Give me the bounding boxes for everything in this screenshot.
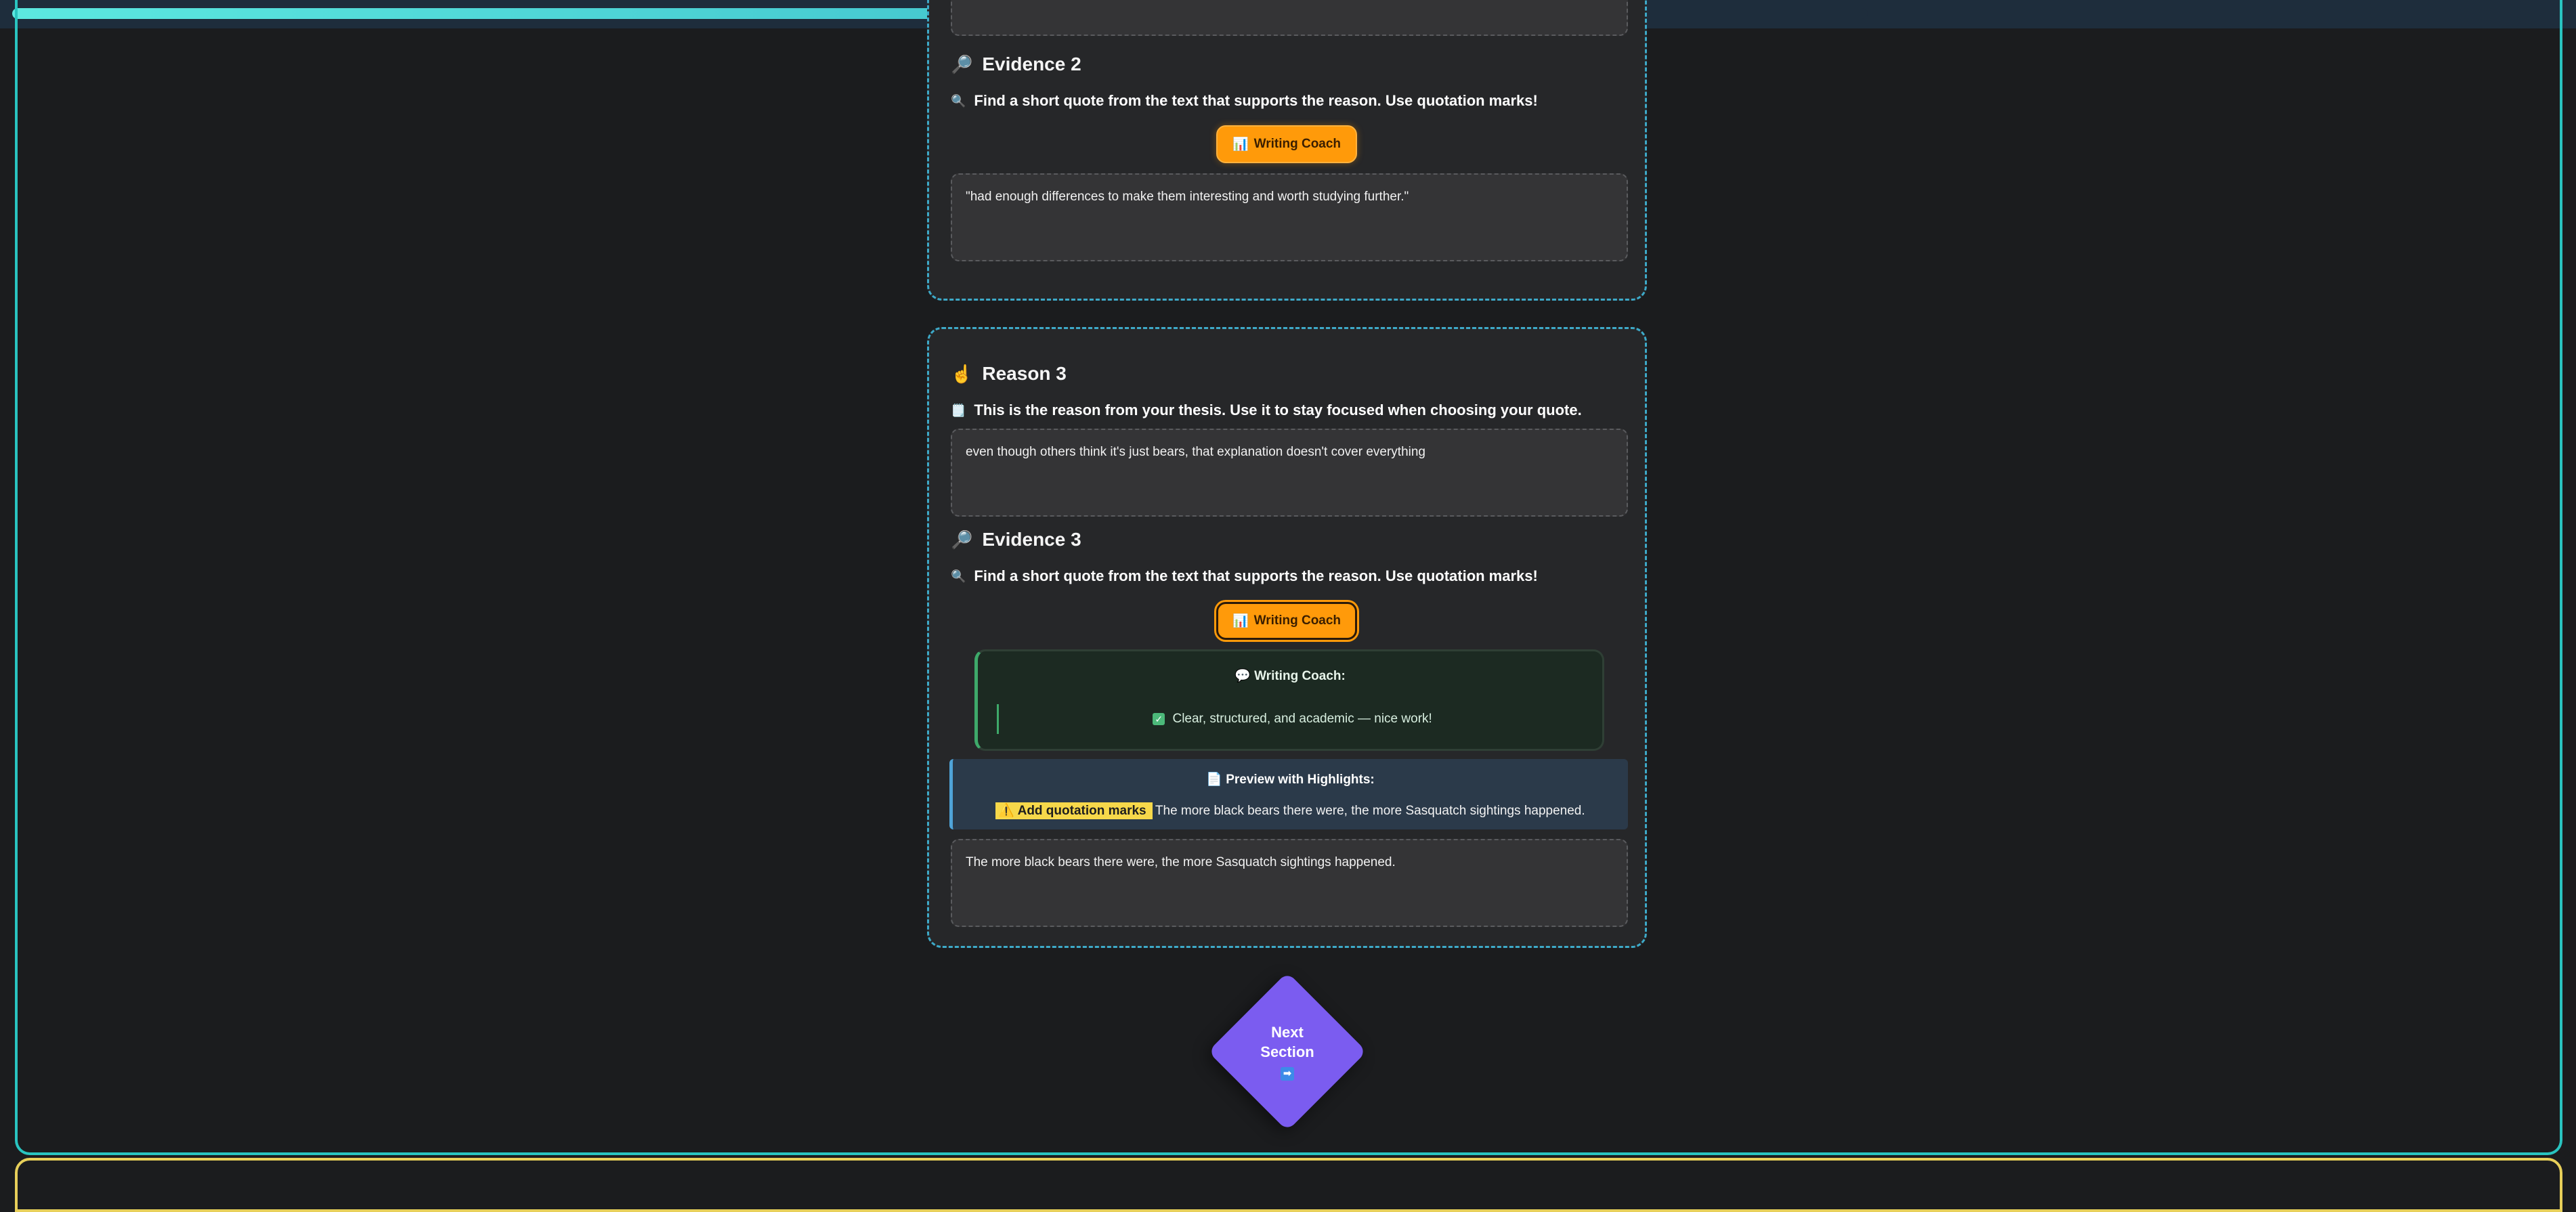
preview-title: 📄 Preview with Highlights: [953, 771, 1628, 787]
reason-3-instruction: 🗒️ This is the reason from your thesis. … [951, 402, 1582, 419]
coach-feedback-text: Clear, structured, and academic — nice w… [1172, 712, 1432, 726]
search-icon: 🔍 [951, 569, 966, 583]
evidence-3-instruction: 🔍 Find a short quote from the text that … [951, 567, 1538, 585]
document-icon: 📄 [1206, 773, 1222, 787]
evidence-2-instruction: 🔍 Find a short quote from the text that … [951, 92, 1538, 110]
reason-3-card: ☝️ Reason 3 🗒️ This is the reason from y… [927, 327, 1647, 948]
next-section-button[interactable]: Next Section ➡ [1207, 972, 1367, 1131]
warning-icon: ⚠️ [998, 804, 1015, 818]
chart-icon: 📊 [1232, 614, 1249, 628]
evidence-3-heading: 🔎 Evidence 3 [951, 529, 1081, 550]
evidence-2-heading: 🔎 Evidence 2 [951, 53, 1081, 75]
writing-coach-label: Writing Coach [1253, 137, 1341, 151]
evidence-2-input[interactable]: "had enough differences to make them int… [951, 173, 1628, 261]
next-label-line2: Section [1260, 1043, 1314, 1060]
coach-panel-title-text: Writing Coach: [1254, 669, 1346, 683]
next-label-line1: Next [1271, 1023, 1304, 1041]
reason-3-text: even though others think it's just bears… [966, 445, 1425, 459]
next-section-label: Next Section ➡ [1250, 1022, 1325, 1081]
coach-feedback: ✓ Clear, structured, and academic — nice… [997, 704, 1586, 734]
evidence-3-title: Evidence 3 [982, 529, 1081, 550]
chart-icon: 📊 [1232, 137, 1249, 152]
quotation-warning-text: Add quotation marks [1017, 804, 1146, 818]
writing-coach-button-3[interactable]: 📊 Writing Coach [1216, 602, 1357, 640]
pointing-finger-icon: ☝️ [951, 363, 973, 384]
quotation-warning-badge: ⚠️ Add quotation marks [995, 802, 1153, 819]
reason-2-card: 🔎 Evidence 2 🔍 Find a short quote from t… [927, 0, 1647, 301]
evidence-2-quote: "had enough differences to make them int… [966, 190, 1409, 204]
notepad-icon: 🗒️ [951, 403, 966, 417]
preview-body: ⚠️ Add quotation marks The more black be… [953, 802, 1628, 819]
reason-3-instruction-text: This is the reason from your thesis. Use… [974, 402, 1582, 418]
writing-coach-button-2[interactable]: 📊 Writing Coach [1216, 125, 1357, 163]
arrow-right-icon: ➡ [1281, 1066, 1294, 1081]
preview-title-text: Preview with Highlights: [1226, 773, 1375, 787]
magnifier-icon: 🔎 [951, 53, 973, 74]
evidence-2-title: Evidence 2 [982, 53, 1081, 74]
evidence-3-input[interactable]: The more black bears there were, the mor… [951, 839, 1628, 927]
writing-coach-label: Writing Coach [1253, 613, 1341, 628]
evidence-2-instruction-text: Find a short quote from the text that su… [974, 92, 1538, 109]
preview-panel: 📄 Preview with Highlights: ⚠️ Add quotat… [949, 759, 1628, 829]
next-section-frame [15, 1158, 2562, 1212]
writing-coach-panel: 💬 Writing Coach: ✓ Clear, structured, an… [974, 649, 1604, 751]
reason-2-field-bottom[interactable] [951, 0, 1628, 36]
reason-3-title: Reason 3 [982, 363, 1067, 384]
search-icon: 🔍 [951, 93, 966, 108]
evidence-3-quote: The more black bears there were, the mor… [966, 855, 1396, 869]
reason-3-input[interactable]: even though others think it's just bears… [951, 429, 1628, 517]
evidence-3-instruction-text: Find a short quote from the text that su… [974, 567, 1538, 584]
magnifier-icon: 🔎 [951, 529, 973, 550]
checkmark-icon: ✓ [1153, 712, 1165, 725]
preview-text: The more black bears there were, the mor… [1155, 804, 1585, 818]
speech-bubble-icon: 💬 [1235, 669, 1251, 683]
reason-3-heading: ☝️ Reason 3 [951, 363, 1067, 385]
coach-panel-title: 💬 Writing Coach: [978, 668, 1602, 684]
